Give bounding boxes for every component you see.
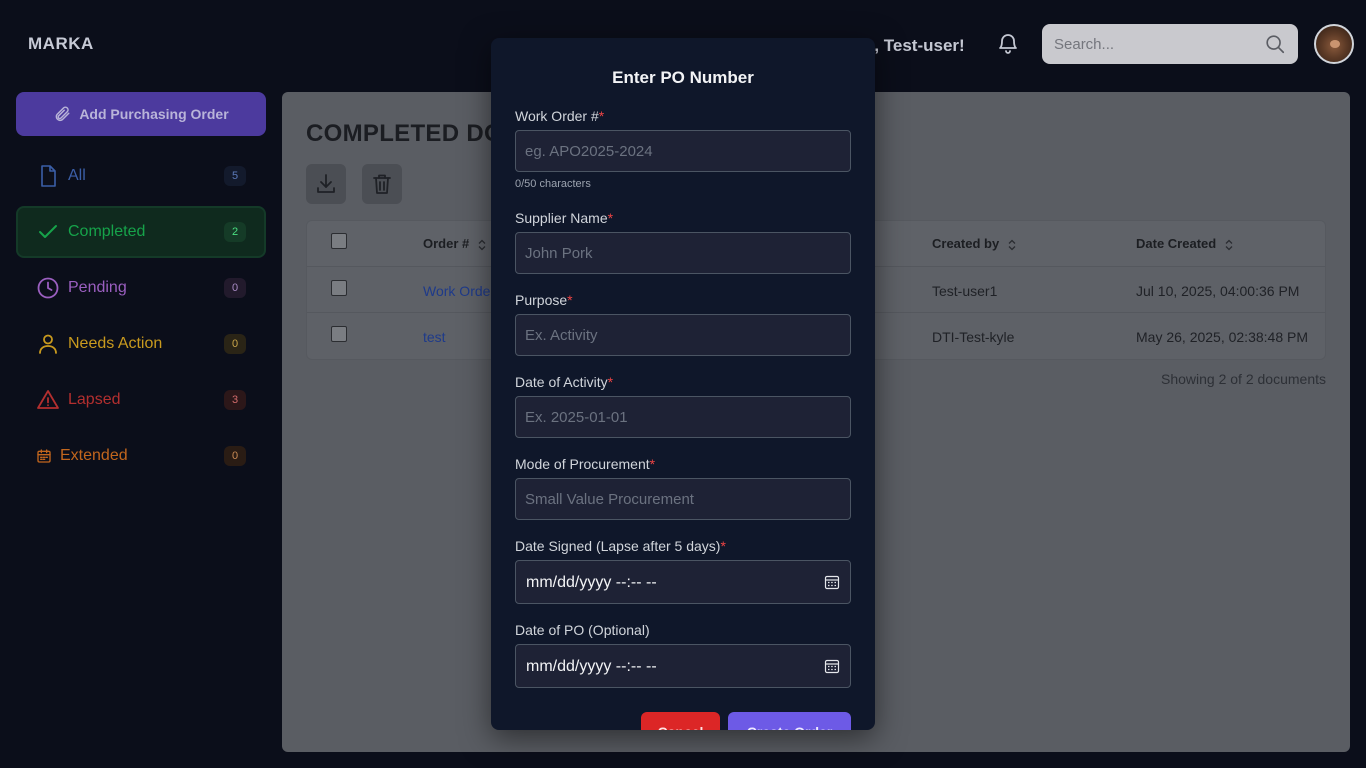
row-checkbox[interactable] [331, 326, 347, 342]
sort-icon [1008, 239, 1016, 250]
count-badge: 3 [224, 390, 246, 410]
date-of-activity-label: Date of Activity* [515, 374, 614, 390]
calendar-icon[interactable] [824, 574, 840, 590]
sidebar-item-completed[interactable]: Completed 2 [16, 206, 266, 258]
add-purchasing-order-button[interactable]: Add Purchasing Order [16, 92, 266, 136]
create-order-button[interactable]: Create Order [728, 712, 851, 730]
column-order[interactable]: Order # [423, 236, 487, 251]
delete-button[interactable] [362, 164, 402, 204]
download-button[interactable] [306, 164, 346, 204]
column-date-created[interactable]: Date Created [1136, 236, 1234, 251]
avatar[interactable] [1314, 24, 1354, 64]
order-link[interactable]: Work Order [423, 283, 495, 299]
date-created-cell: May 26, 2025, 02:38:48 PM [1136, 329, 1308, 345]
sidebar-item-label: All [68, 167, 86, 184]
cancel-button[interactable]: Cancel [641, 712, 720, 730]
count-badge: 0 [224, 278, 246, 298]
work-order-input[interactable] [515, 130, 851, 172]
download-icon [317, 174, 335, 193]
check-icon [39, 225, 57, 238]
row-checkbox[interactable] [331, 280, 347, 296]
supplier-name-input[interactable] [515, 232, 851, 274]
date-of-po-input[interactable]: mm/dd/yyyy --:-- -- [515, 644, 851, 688]
count-badge: 0 [224, 334, 246, 354]
file-icon [41, 165, 56, 187]
sidebar-item-lapsed[interactable]: Lapsed 3 [16, 374, 266, 426]
purpose-input[interactable] [515, 314, 851, 356]
search-box [1042, 24, 1298, 64]
count-badge: 2 [224, 222, 246, 242]
created-by-cell: Test-user1 [932, 283, 998, 299]
bell-icon[interactable] [996, 32, 1020, 56]
date-of-po-label: Date of PO (Optional) [515, 622, 650, 638]
order-link[interactable]: test [423, 329, 446, 345]
sidebar-item-label: Pending [68, 279, 127, 296]
paperclip-icon [55, 106, 70, 122]
sidebar-item-pending[interactable]: Pending 0 [16, 262, 266, 314]
date-signed-value: mm/dd/yyyy --:-- -- [526, 574, 657, 591]
column-label: Order # [423, 236, 470, 251]
supplier-name-label: Supplier Name* [515, 210, 614, 226]
character-counter: 0/50 characters [515, 178, 591, 190]
work-order-label: Work Order #* [515, 108, 605, 124]
count-badge: 0 [224, 446, 246, 466]
sidebar-item-label: Completed [68, 223, 146, 240]
mode-of-procurement-input[interactable] [515, 478, 851, 520]
modal-title: Enter PO Number [612, 68, 754, 87]
search-icon[interactable] [1264, 33, 1286, 55]
showing-count: Showing 2 of 2 documents [1161, 371, 1326, 387]
column-label: Created by [932, 236, 1000, 251]
date-of-activity-input[interactable] [515, 396, 851, 438]
sort-icon [1225, 239, 1233, 250]
sidebar-item-needs-action[interactable]: Needs Action 0 [16, 318, 266, 370]
calendar-icon[interactable] [824, 658, 840, 674]
date-of-po-value: mm/dd/yyyy --:-- -- [526, 658, 657, 675]
trash-icon [373, 174, 391, 194]
warning-icon [37, 390, 59, 409]
create-order-modal: Enter PO Number Work Order #* 0/50 chara… [491, 38, 875, 730]
brand-logo: MARKA [28, 34, 94, 53]
purpose-label: Purpose* [515, 292, 573, 308]
clock-icon [37, 277, 59, 299]
user-icon [39, 334, 57, 354]
date-signed-input[interactable]: mm/dd/yyyy --:-- -- [515, 560, 851, 604]
created-by-cell: DTI-Test-kyle [932, 329, 1015, 345]
sidebar-item-label: Extended [60, 447, 128, 464]
add-button-label: Add Purchasing Order [79, 106, 229, 122]
column-created-by[interactable]: Created by [932, 236, 1017, 251]
date-signed-label: Date Signed (Lapse after 5 days)* [515, 538, 726, 554]
sidebar-item-all[interactable]: All 5 [16, 150, 266, 202]
sidebar-item-label: Lapsed [68, 391, 121, 408]
count-badge: 5 [224, 166, 246, 186]
calendar-icon [37, 449, 51, 463]
mode-of-procurement-label: Mode of Procurement* [515, 456, 656, 472]
sidebar-item-label: Needs Action [68, 335, 163, 352]
sort-icon [478, 239, 486, 250]
select-all-checkbox[interactable] [331, 233, 347, 249]
column-label: Date Created [1136, 236, 1217, 251]
date-created-cell: Jul 10, 2025, 04:00:36 PM [1136, 283, 1300, 299]
search-input[interactable] [1054, 34, 1254, 54]
sidebar-item-extended[interactable]: Extended 0 [16, 430, 266, 482]
